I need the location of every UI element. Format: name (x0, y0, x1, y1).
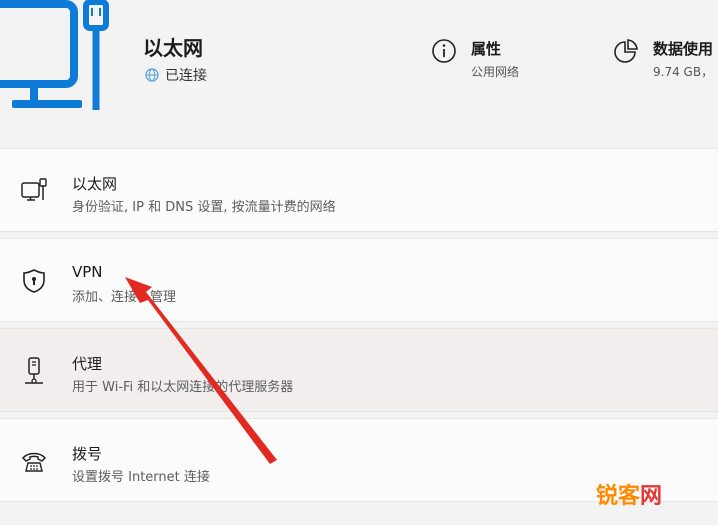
item-subtitle: 添加、连接、管理 (72, 290, 177, 305)
network-profile-value: 公用网络 (471, 65, 520, 79)
item-title: VPN (72, 263, 103, 281)
settings-item-vpn[interactable]: VPN 添加、连接、管理 (0, 238, 718, 322)
item-subtitle: 设置拨号 Internet 连接 (72, 470, 210, 485)
watermark-part1: 锐客 (596, 484, 641, 509)
settings-item-proxy[interactable]: 代理 用于 Wi-Fi 和以太网连接的代理服务器 (0, 328, 718, 412)
network-computer-icon (0, 0, 109, 110)
page-title: 以太网 (143, 36, 203, 60)
ethernet-icon (18, 175, 50, 207)
globe-icon (145, 68, 159, 82)
proxy-icon (18, 355, 50, 387)
item-title: 代理 (72, 355, 103, 373)
shield-icon (18, 265, 50, 297)
item-subtitle: 用于 Wi-Fi 和以太网连接的代理服务器 (72, 380, 294, 395)
info-icon (432, 39, 456, 63)
data-usage-value: 9.74 GB， (653, 65, 714, 79)
properties-label: 属性 (471, 40, 502, 58)
network-header: 以太网 已连接 属性 公用网络 数据使用 9.74 GB， (0, 0, 718, 145)
item-subtitle: 身份验证, IP 和 DNS 设置, 按流量计费的网络 (72, 200, 336, 215)
data-usage-label: 数据使用 (653, 40, 714, 58)
data-usage-link[interactable]: 数据使用 9.74 GB， (611, 38, 713, 80)
item-title: 拨号 (72, 445, 103, 463)
watermark-logo: 锐客网 (596, 478, 662, 510)
status-text: 已连接 (165, 68, 207, 84)
watermark-part2: 网 (640, 484, 663, 509)
pie-chart-icon (614, 39, 638, 63)
properties-link[interactable]: 属性 公用网络 (431, 38, 519, 80)
dialup-icon (18, 445, 50, 477)
settings-item-ethernet[interactable]: 以太网 身份验证, IP 和 DNS 设置, 按流量计费的网络 (0, 148, 718, 232)
item-title: 以太网 (72, 175, 118, 193)
connection-status: 已连接 (145, 65, 207, 85)
